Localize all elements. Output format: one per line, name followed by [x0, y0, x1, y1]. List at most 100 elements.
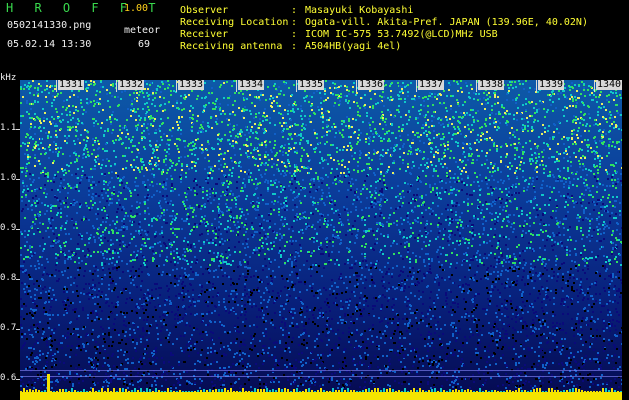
noise-pixel — [399, 148, 401, 150]
noise-pixel — [533, 363, 535, 365]
noise-pixel — [34, 328, 36, 330]
noise-pixel — [273, 302, 275, 304]
noise-pixel — [327, 302, 329, 304]
noise-pixel — [439, 338, 441, 340]
noise-pixel — [124, 198, 126, 200]
noise-pixel — [391, 332, 393, 334]
noise-pixel — [306, 306, 308, 308]
noise-pixel — [333, 212, 335, 214]
noise-pixel — [583, 182, 585, 184]
noise-pixel — [425, 96, 427, 98]
noise-pixel — [569, 254, 571, 256]
noise-pixel — [201, 205, 203, 207]
noise-pixel — [539, 247, 541, 249]
noise-pixel — [29, 245, 31, 247]
noise-pixel — [215, 106, 217, 108]
noise-pixel — [249, 267, 251, 269]
noise-pixel — [112, 252, 114, 254]
noise-pixel — [230, 309, 232, 311]
noise-pixel — [323, 135, 325, 137]
noise-pixel — [92, 381, 94, 383]
noise-pixel — [574, 261, 576, 263]
noise-pixel — [404, 301, 406, 303]
noise-pixel — [201, 380, 203, 382]
noise-pixel — [285, 328, 287, 330]
noise-pixel — [117, 378, 119, 380]
noise-pixel — [307, 322, 309, 324]
noise-pixel — [463, 378, 465, 380]
noise-pixel — [408, 322, 410, 324]
noise-pixel — [294, 379, 296, 381]
noise-pixel — [548, 157, 550, 159]
noise-pixel — [131, 151, 133, 153]
noise-pixel — [541, 194, 543, 196]
noise-pixel — [161, 232, 163, 234]
noise-pixel — [180, 129, 182, 131]
noise-pixel — [452, 242, 454, 244]
noise-pixel — [444, 145, 446, 147]
noise-pixel — [485, 379, 487, 381]
noise-pixel — [400, 98, 402, 100]
noise-pixel — [39, 350, 41, 352]
noise-pixel — [581, 320, 583, 322]
noise-pixel — [36, 280, 38, 282]
noise-pixel — [240, 341, 242, 343]
noise-pixel — [603, 338, 605, 340]
noise-pixel — [200, 266, 202, 268]
noise-pixel — [355, 206, 357, 208]
noise-pixel — [429, 265, 431, 267]
noise-pixel — [86, 148, 88, 150]
noise-pixel — [319, 367, 321, 369]
noise-pixel — [278, 211, 280, 213]
noise-pixel — [583, 361, 585, 363]
noise-pixel — [161, 385, 163, 387]
noise-pixel — [32, 174, 34, 176]
noise-pixel — [527, 339, 529, 341]
noise-pixel — [261, 144, 263, 146]
noise-pixel — [397, 326, 399, 328]
noise-pixel — [244, 261, 246, 263]
noise-pixel — [611, 123, 613, 125]
noise-pixel — [284, 245, 286, 247]
noise-pixel — [208, 252, 210, 254]
noise-pixel — [295, 359, 297, 361]
noise-pixel — [451, 211, 453, 213]
noise-pixel — [63, 314, 65, 316]
noise-pixel — [589, 257, 591, 259]
noise-pixel — [146, 102, 148, 104]
noise-pixel — [410, 202, 412, 204]
noise-pixel — [608, 113, 610, 115]
noise-pixel — [489, 149, 491, 151]
noise-pixel — [520, 320, 522, 322]
noise-pixel — [609, 221, 611, 223]
noise-pixel — [333, 123, 335, 125]
noise-pixel — [542, 261, 544, 263]
noise-pixel — [164, 243, 166, 245]
noise-pixel — [172, 105, 174, 107]
noise-pixel — [529, 212, 531, 214]
noise-pixel — [178, 157, 180, 159]
noise-pixel — [594, 204, 596, 206]
noise-pixel — [195, 170, 197, 172]
noise-pixel — [248, 179, 250, 181]
noise-pixel — [39, 231, 41, 233]
noise-pixel — [350, 211, 352, 213]
noise-pixel — [270, 322, 272, 324]
noise-pixel — [353, 320, 355, 322]
noise-pixel — [365, 266, 367, 268]
noise-pixel — [477, 134, 479, 136]
noise-pixel — [612, 174, 614, 176]
noise-pixel — [566, 254, 568, 256]
noise-pixel — [99, 201, 101, 203]
noise-pixel — [348, 136, 350, 138]
noise-pixel — [560, 353, 562, 355]
noise-pixel — [608, 94, 610, 96]
noise-pixel — [108, 305, 110, 307]
noise-pixel — [536, 176, 538, 178]
noise-pixel — [558, 363, 560, 365]
noise-pixel — [535, 162, 537, 164]
noise-pixel — [398, 200, 400, 202]
noise-pixel — [153, 194, 155, 196]
noise-pixel — [585, 257, 587, 259]
noise-pixel — [528, 349, 530, 351]
